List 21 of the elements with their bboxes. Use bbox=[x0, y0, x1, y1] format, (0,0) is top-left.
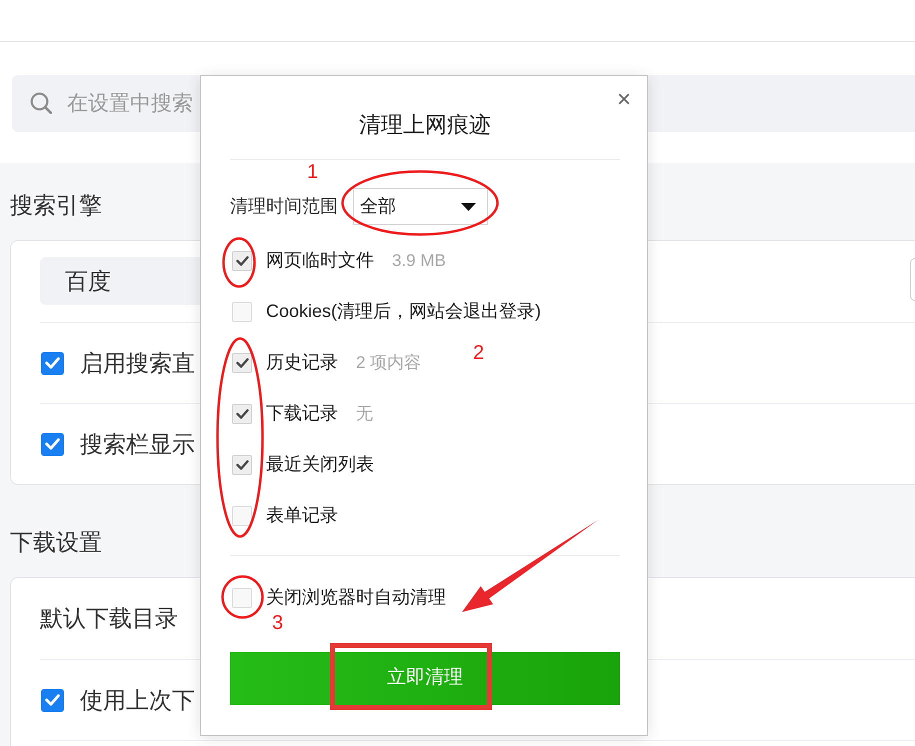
dialog-title: 清理上网痕迹 bbox=[359, 112, 491, 138]
setting-label: 使用上次下 bbox=[80, 686, 195, 715]
annotation-number: 1 bbox=[307, 162, 318, 182]
option-label: 关闭浏览器时自动清理 bbox=[266, 586, 446, 609]
field-label: 清理时间范围 bbox=[230, 195, 338, 218]
annotation-number: 2 bbox=[473, 343, 484, 363]
setting-label: 搜索栏显示 bbox=[80, 430, 195, 459]
option-detail: 无 bbox=[356, 402, 373, 425]
section-title: 下载设置 bbox=[10, 528, 102, 557]
option-label: 历史记录 bbox=[266, 351, 338, 374]
annotation-number: 3 bbox=[272, 613, 284, 633]
option-label: 网页临时文件 bbox=[266, 249, 374, 272]
option-detail: 3.9 MB bbox=[392, 250, 446, 272]
option-label: 下载记录 bbox=[266, 402, 338, 425]
option-label: 表单记录 bbox=[266, 504, 338, 527]
setting-label: 启用搜索直 bbox=[80, 348, 195, 378]
option-label: Cookies(清理后，网站会退出登录) bbox=[266, 300, 542, 323]
section-title: 搜索引擎 bbox=[10, 191, 102, 220]
option-detail: 2 项内容 bbox=[356, 352, 422, 374]
setting-label: 默认下载目录 bbox=[40, 604, 178, 634]
option-label: 最近关闭列表 bbox=[266, 453, 374, 476]
